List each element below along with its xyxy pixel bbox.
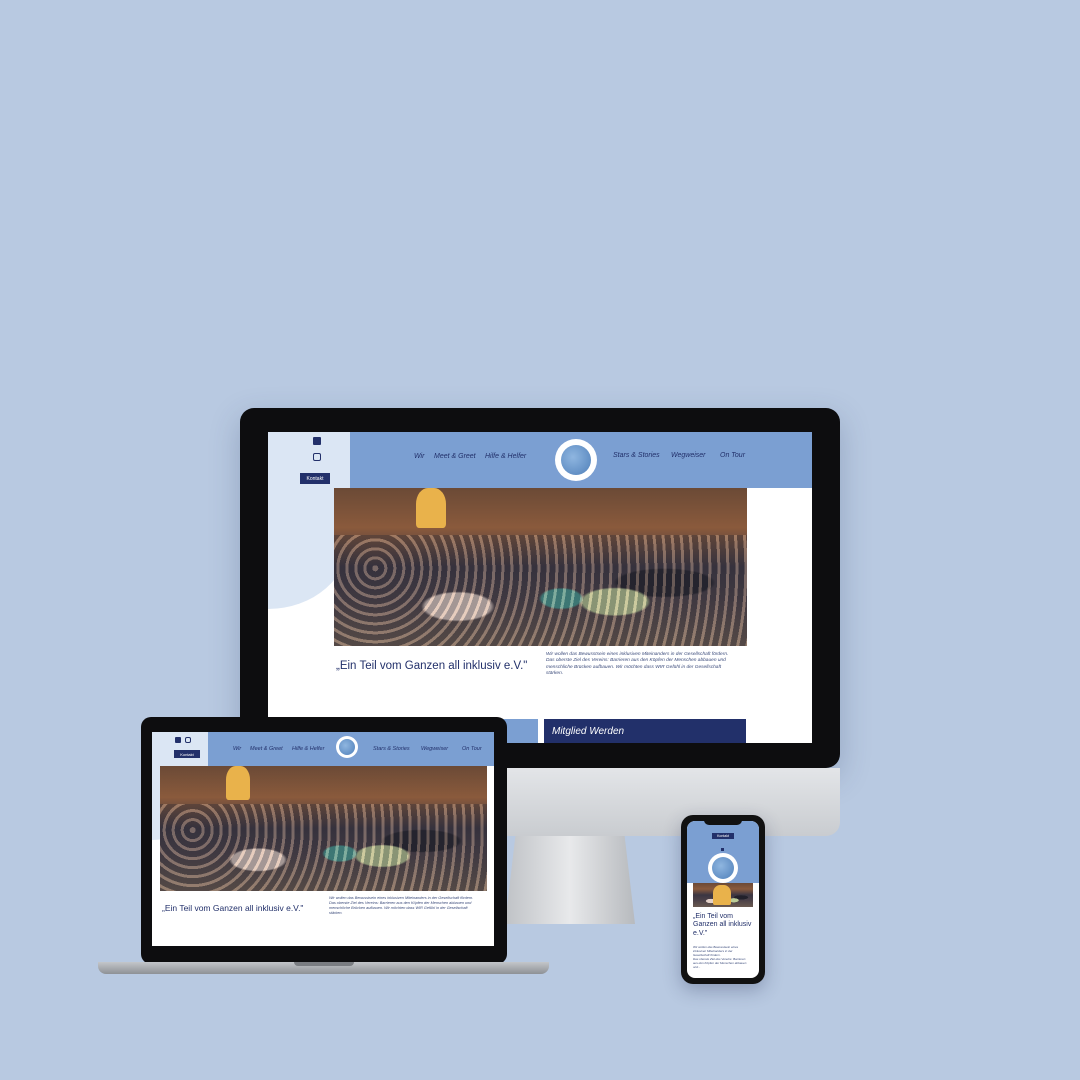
facebook-icon[interactable]: [175, 737, 181, 743]
nav-on-tour[interactable]: On Tour: [462, 746, 482, 752]
instagram-icon[interactable]: [185, 737, 191, 743]
nav-on-tour[interactable]: On Tour: [720, 452, 745, 459]
nav-wegweiser[interactable]: Wegweiser: [421, 746, 448, 752]
nav-stars-stories[interactable]: Stars & Stories: [613, 452, 660, 459]
nav-wir[interactable]: Wir: [233, 746, 241, 752]
nav-meet-greet[interactable]: Meet & Greet: [250, 746, 283, 752]
imac-screen: Kontakt Wir Meet & Greet Hilfe & Helfer …: [268, 432, 812, 743]
site-title: „Ein Teil vom Ganzen all inklusiv e.V.": [162, 903, 304, 913]
intro-text: Wir wollen das Bewusstsein eines inklusi…: [546, 652, 729, 677]
nav-hilfe-helfer[interactable]: Hilfe & Helfer: [292, 746, 324, 752]
hero-photo: [334, 488, 747, 646]
facebook-icon[interactable]: [721, 848, 724, 851]
kontakt-button[interactable]: Kontakt: [712, 833, 734, 839]
phone-notch: [704, 819, 742, 825]
laptop-screen: Kontakt Wir Meet & Greet Hilfe & Helfer …: [152, 732, 494, 946]
intro-text: Wir wollen das Bewusstsein eines inklusi…: [693, 945, 747, 970]
site-title: „Ein Teil vom Ganzen all inklusiv e.V.": [336, 660, 528, 672]
laptop-notch: [294, 962, 354, 966]
globe-logo-icon[interactable]: [555, 439, 597, 481]
imac-stand: [505, 836, 635, 924]
nav-wegweiser[interactable]: Wegweiser: [671, 452, 706, 459]
hero-photo: [160, 766, 487, 891]
hero-photo: [693, 883, 753, 907]
site-title: „Ein Teil vom Ganzen all inklusiv e.V.": [693, 913, 752, 937]
nav-meet-greet[interactable]: Meet & Greet: [434, 453, 476, 460]
kontakt-button[interactable]: Kontakt: [174, 750, 200, 758]
phone-screen: Kontakt „Ein Teil vom Ganzen all inklusi…: [687, 821, 759, 978]
nav-hilfe-helfer[interactable]: Hilfe & Helfer: [485, 453, 526, 460]
mitglied-werden-card[interactable]: Mitglied Werden: [544, 719, 746, 743]
globe-logo-icon[interactable]: [708, 853, 738, 883]
nav-wir[interactable]: Wir: [414, 453, 424, 460]
nav-stars-stories[interactable]: Stars & Stories: [373, 746, 410, 752]
intro-text: Wir wollen das Bewusstsein eines inklusi…: [329, 896, 474, 916]
globe-logo-icon[interactable]: [336, 736, 358, 758]
kontakt-button[interactable]: Kontakt: [300, 473, 330, 484]
facebook-icon[interactable]: [313, 437, 321, 445]
instagram-icon[interactable]: [313, 453, 321, 461]
